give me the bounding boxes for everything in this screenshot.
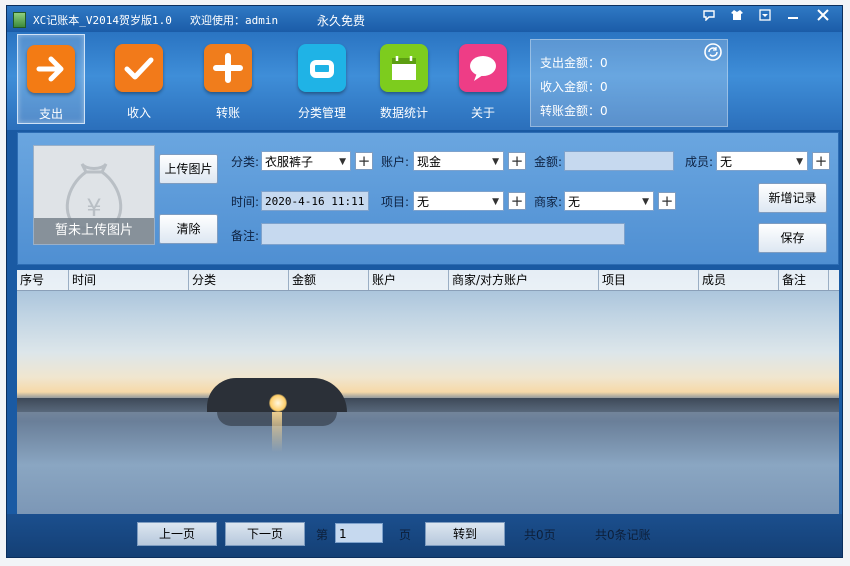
- checkmark-icon: [115, 44, 163, 92]
- add-member-button[interactable]: +: [812, 152, 830, 170]
- entry-form-panel: ¥ 暂未上传图片 上传图片 清除 分类: 衣服裤子 ▼ + 账户: 现金 ▼ +…: [17, 132, 839, 265]
- column-header-merchant[interactable]: 商家/对方账户: [449, 270, 599, 290]
- toolbar-expense-label: 支出: [38, 107, 63, 121]
- toolbar-income-button[interactable]: 收入: [106, 34, 172, 122]
- main-toolbar: 支出 收入 转账 分类管理 数据统计 关于 支出金额：0 收入金额：0 转账金额…: [7, 32, 842, 130]
- toolbar-category-button[interactable]: 分类管理: [289, 34, 355, 122]
- menu-icon[interactable]: [753, 8, 777, 28]
- upload-image-button[interactable]: 上传图片: [159, 154, 218, 184]
- summary-income: 收入金额：0: [540, 80, 608, 94]
- account-label: 账户:: [381, 155, 410, 169]
- category-value: 衣服裤子: [265, 155, 314, 169]
- add-account-button[interactable]: +: [508, 152, 526, 170]
- minimize-icon[interactable]: [781, 8, 805, 28]
- next-page-button[interactable]: 下一页: [225, 522, 305, 546]
- column-header-project[interactable]: 项目: [599, 270, 699, 290]
- chevron-down-icon: ▼: [642, 197, 649, 207]
- chevron-down-icon: ▼: [796, 157, 803, 167]
- project-label: 项目:: [381, 195, 410, 209]
- page-number-input[interactable]: 1: [335, 523, 383, 543]
- app-title: XC记账本_V2014贺岁版1.0: [33, 14, 172, 27]
- toolbar-income-label: 收入: [126, 106, 151, 120]
- column-header-time[interactable]: 时间: [69, 270, 189, 290]
- calendar-icon: [380, 44, 428, 92]
- category-select[interactable]: 衣服裤子 ▼: [261, 151, 351, 171]
- account-value: 现金: [417, 155, 442, 169]
- amount-label: 金额:: [534, 155, 563, 169]
- plus-icon: [204, 44, 252, 92]
- toolbar-category-label: 分类管理: [297, 106, 346, 120]
- total-pages: 共0页: [524, 528, 556, 542]
- toolbar-transfer-label: 转账: [215, 106, 240, 120]
- speech-bubble-icon: [459, 44, 507, 92]
- total-records: 共0条记账: [595, 528, 651, 542]
- summary-expense: 支出金额：0: [540, 56, 608, 70]
- background-horizon: [17, 398, 839, 412]
- arrow-right-icon: [27, 45, 75, 93]
- welcome-text: 欢迎使用：admin: [190, 14, 279, 27]
- main-window: XC记账本_V2014贺岁版1.0 欢迎使用：admin 永久免费 支出 收入 …: [6, 5, 843, 558]
- note-label: 备注:: [231, 229, 260, 243]
- toolbar-about-label: 关于: [470, 106, 495, 120]
- merchant-label: 商家:: [534, 195, 563, 209]
- member-label: 成员:: [685, 155, 714, 169]
- member-select[interactable]: 无 ▼: [716, 151, 808, 171]
- column-header-account[interactable]: 账户: [369, 270, 449, 290]
- toolbar-statistics-label: 数据统计: [379, 106, 428, 120]
- toolbar-statistics-button[interactable]: 数据统计: [371, 34, 437, 122]
- project-select[interactable]: 无 ▼: [413, 191, 504, 211]
- time-label: 时间:: [231, 195, 260, 209]
- merchant-value: 无: [568, 195, 581, 209]
- chevron-down-icon: ▼: [492, 157, 499, 167]
- page-suffix: 页: [399, 528, 412, 542]
- summary-box: 支出金额：0 收入金额：0 转账金额：0: [530, 39, 728, 127]
- chevron-down-icon: ▼: [339, 157, 346, 167]
- goto-page-button[interactable]: 转到: [425, 522, 505, 546]
- title-bar: XC记账本_V2014贺岁版1.0 欢迎使用：admin 永久免费: [7, 6, 842, 32]
- merchant-select[interactable]: 无 ▼: [564, 191, 654, 211]
- photo-box: ¥ 暂未上传图片: [33, 145, 155, 245]
- feedback-icon[interactable]: [697, 8, 721, 28]
- column-header-category[interactable]: 分类: [189, 270, 289, 290]
- toolbar-transfer-button[interactable]: 转账: [195, 34, 261, 122]
- clear-image-button[interactable]: 清除: [159, 214, 218, 244]
- save-button[interactable]: 保存: [758, 223, 827, 253]
- toolbar-expense-button[interactable]: 支出: [17, 34, 85, 124]
- time-input[interactable]: 2020-4-16 11:11: [261, 191, 369, 211]
- add-category-button[interactable]: +: [355, 152, 373, 170]
- chevron-down-icon: ▼: [492, 197, 499, 207]
- summary-transfer: 转账金额：0: [540, 104, 608, 118]
- column-header-note[interactable]: 备注: [779, 270, 829, 290]
- column-header-index[interactable]: 序号: [17, 270, 69, 290]
- pagination-bar: 上一页 下一页 第 1 页 转到 共0页 共0条记账: [7, 514, 842, 557]
- background-sun-streak: [272, 412, 282, 452]
- column-header-amount[interactable]: 金额: [289, 270, 369, 290]
- license-text: 永久免费: [317, 14, 366, 28]
- close-icon[interactable]: [811, 8, 835, 28]
- app-icon: [13, 12, 26, 28]
- add-merchant-button[interactable]: +: [658, 192, 676, 210]
- telephone-icon: [298, 44, 346, 92]
- refresh-icon[interactable]: [703, 42, 723, 62]
- project-value: 无: [417, 195, 430, 209]
- background-sun: [269, 394, 287, 412]
- member-value: 无: [720, 155, 733, 169]
- amount-input[interactable]: [564, 151, 674, 171]
- account-select[interactable]: 现金 ▼: [413, 151, 504, 171]
- column-header-member[interactable]: 成员: [699, 270, 779, 290]
- skin-icon[interactable]: [725, 8, 749, 28]
- add-project-button[interactable]: +: [508, 192, 526, 210]
- records-table: 序号 时间 分类 金额 账户 商家/对方账户 项目 成员 备注: [17, 270, 839, 514]
- category-label: 分类:: [231, 155, 260, 169]
- toolbar-about-button[interactable]: 关于: [450, 34, 516, 122]
- prev-page-button[interactable]: 上一页: [137, 522, 217, 546]
- page-prefix: 第: [316, 528, 329, 542]
- photo-caption: 暂未上传图片: [34, 218, 154, 244]
- table-header: 序号 时间 分类 金额 账户 商家/对方账户 项目 成员 备注: [17, 270, 839, 291]
- note-input[interactable]: [261, 223, 625, 245]
- add-record-button[interactable]: 新增记录: [758, 183, 827, 213]
